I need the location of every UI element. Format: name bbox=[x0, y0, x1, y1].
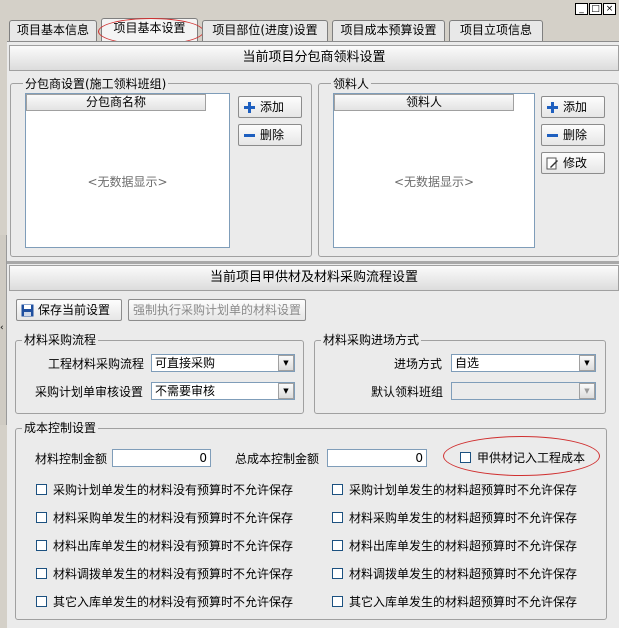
add-subcontractor-label: 添加 bbox=[260, 100, 285, 114]
entry-method-group bbox=[314, 340, 606, 414]
section-splitter[interactable] bbox=[7, 261, 619, 264]
minus-icon bbox=[244, 133, 255, 137]
label-other-inbound-over-budget: 其它入库单发生的材料超预算时不允许保存 bbox=[349, 595, 578, 609]
receiver-grid[interactable]: 领料人 <无数据显示> bbox=[333, 93, 535, 248]
save-settings-label: 保存当前设置 bbox=[38, 303, 111, 317]
audit-select[interactable]: 不需要审核 ▼ bbox=[151, 382, 295, 400]
left-splitter[interactable]: ‹ bbox=[0, 235, 7, 425]
label-purchase-no-budget: 材料采购单发生的材料没有预算时不允许保存 bbox=[53, 511, 294, 525]
checkbox-outbound-over-budget[interactable] bbox=[332, 540, 343, 551]
checkbox-purchase-no-budget[interactable] bbox=[36, 512, 47, 523]
receiver-empty-text: <无数据显示> bbox=[393, 175, 475, 189]
plus-icon bbox=[244, 101, 255, 113]
total-amount-label: 总成本控制金额 bbox=[235, 452, 320, 466]
procurement-title: 当前项目甲供材及材料采购流程设置 bbox=[9, 265, 619, 291]
label-other-inbound-no-budget: 其它入库单发生的材料没有预算时不允许保存 bbox=[53, 595, 294, 609]
purchase-flow-group-label: 材料采购流程 bbox=[22, 333, 99, 347]
edit-receiver-button[interactable]: 修改 bbox=[541, 152, 605, 174]
delete-receiver-label: 删除 bbox=[563, 128, 588, 142]
material-amount-label: 材料控制金额 bbox=[35, 452, 108, 466]
delete-subcontractor-label: 删除 bbox=[260, 128, 285, 142]
tab-project-info[interactable]: 项目基本信息 bbox=[9, 20, 97, 41]
checkbox-other-inbound-no-budget[interactable] bbox=[36, 596, 47, 607]
purchase-flow-group bbox=[15, 340, 304, 414]
close-button[interactable]: × bbox=[603, 3, 616, 15]
label-outbound-over-budget: 材料出库单发生的材料超预算时不允许保存 bbox=[349, 539, 578, 553]
cost-control-group-label: 成本控制设置 bbox=[22, 421, 99, 435]
label-plan-over-budget: 采购计划单发生的材料超预算时不允许保存 bbox=[349, 483, 578, 497]
subcontractor-empty-text: <无数据显示> bbox=[87, 175, 168, 189]
entry-value: 自选 bbox=[455, 356, 480, 370]
checkbox-other-inbound-over-budget[interactable] bbox=[332, 596, 343, 607]
force-plan-button[interactable]: 强制执行采购计划单的材料设置 bbox=[128, 299, 306, 321]
label-plan-no-budget: 采购计划单发生的材料没有预算时不允许保存 bbox=[53, 483, 294, 497]
supplied-cost-checkbox[interactable] bbox=[460, 452, 471, 463]
subcontractor-group-label: 分包商设置(施工领料班组) bbox=[23, 77, 169, 91]
plus-icon bbox=[547, 101, 558, 113]
minus-icon bbox=[547, 133, 558, 137]
checkbox-purchase-over-budget[interactable] bbox=[332, 512, 343, 523]
minimize-button[interactable]: _ bbox=[575, 3, 588, 15]
checkbox-plan-over-budget[interactable] bbox=[332, 484, 343, 495]
receiver-group-label: 领料人 bbox=[331, 77, 372, 91]
label-transfer-over-budget: 材料调拨单发生的材料超预算时不允许保存 bbox=[349, 567, 578, 581]
delete-subcontractor-button[interactable]: 删除 bbox=[238, 124, 302, 146]
floppy-disk-icon bbox=[21, 304, 34, 316]
chevron-down-icon[interactable]: ▼ bbox=[579, 355, 595, 371]
force-plan-label: 强制执行采购计划单的材料设置 bbox=[133, 303, 302, 317]
flow-select[interactable]: 可直接采购 ▼ bbox=[151, 354, 295, 372]
material-amount-input[interactable]: 0 bbox=[112, 449, 211, 467]
subcontractor-grid[interactable]: 分包商名称 <无数据显示> bbox=[25, 93, 230, 248]
maximize-button[interactable]: □ bbox=[589, 3, 602, 15]
subcontractor-column-header[interactable]: 分包商名称 bbox=[26, 94, 206, 111]
add-subcontractor-button[interactable]: 添加 bbox=[238, 96, 302, 118]
audit-value: 不需要审核 bbox=[155, 384, 216, 398]
chevron-down-icon[interactable]: ▼ bbox=[278, 383, 294, 399]
chevron-down-icon[interactable]: ▼ bbox=[278, 355, 294, 371]
save-settings-button[interactable]: 保存当前设置 bbox=[16, 299, 122, 321]
checkbox-transfer-no-budget[interactable] bbox=[36, 568, 47, 579]
supplied-cost-label: 甲供材记入工程成本 bbox=[477, 451, 586, 465]
chevron-down-icon[interactable]: ▼ bbox=[579, 383, 595, 399]
label-transfer-no-budget: 材料调拨单发生的材料没有预算时不允许保存 bbox=[53, 567, 294, 581]
total-amount-input[interactable]: 0 bbox=[327, 449, 427, 467]
add-receiver-label: 添加 bbox=[563, 100, 588, 114]
edit-icon bbox=[546, 157, 558, 169]
flow-value: 可直接采购 bbox=[155, 356, 216, 370]
team-label: 默认领料班组 bbox=[371, 385, 444, 399]
label-outbound-no-budget: 材料出库单发生的材料没有预算时不允许保存 bbox=[53, 539, 294, 553]
entry-label: 进场方式 bbox=[394, 357, 443, 371]
entry-select[interactable]: 自选 ▼ bbox=[451, 354, 596, 372]
label-purchase-over-budget: 材料采购单发生的材料超预算时不允许保存 bbox=[349, 511, 578, 525]
audit-label: 采购计划单审核设置 bbox=[35, 385, 144, 399]
tab-project-parts[interactable]: 项目部位(进度)设置 bbox=[202, 20, 328, 41]
checkbox-transfer-over-budget[interactable] bbox=[332, 568, 343, 579]
add-receiver-button[interactable]: 添加 bbox=[541, 96, 605, 118]
subcontract-title: 当前项目分包商领料设置 bbox=[9, 45, 619, 71]
edit-receiver-label: 修改 bbox=[563, 156, 588, 170]
collapse-arrow-icon[interactable]: ‹ bbox=[0, 323, 4, 333]
team-select[interactable]: ▼ bbox=[451, 382, 596, 400]
flow-label: 工程材料采购流程 bbox=[48, 357, 145, 371]
checkbox-outbound-no-budget[interactable] bbox=[36, 540, 47, 551]
checkbox-plan-no-budget[interactable] bbox=[36, 484, 47, 495]
entry-method-group-label: 材料采购进场方式 bbox=[321, 333, 422, 347]
receiver-column-header[interactable]: 领料人 bbox=[334, 94, 514, 111]
tab-cost-budget[interactable]: 项目成本预算设置 bbox=[332, 20, 445, 41]
tab-project-approval[interactable]: 项目立项信息 bbox=[449, 20, 543, 41]
delete-receiver-button[interactable]: 删除 bbox=[541, 124, 605, 146]
